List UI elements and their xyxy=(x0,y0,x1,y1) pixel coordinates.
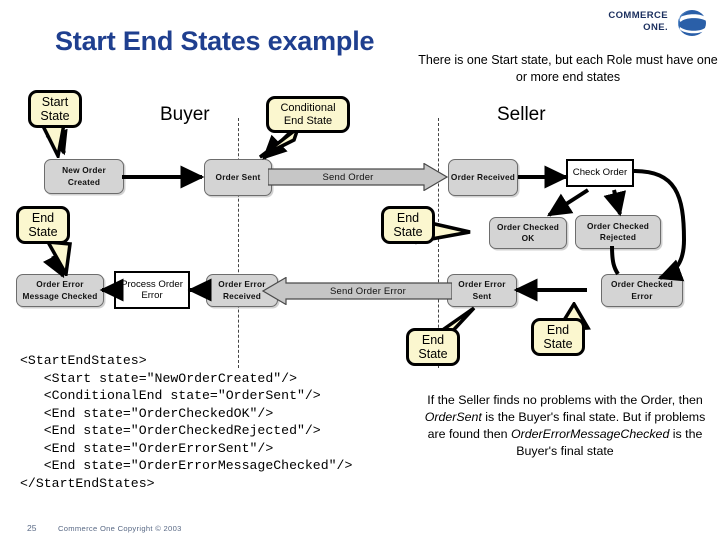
message-arrow-send-order: Send Order xyxy=(267,162,449,192)
state-new-order-created[interactable]: New Order Created xyxy=(44,159,124,194)
header-note: There is one Start state, but each Role … xyxy=(418,53,718,84)
state-order-checked-ok[interactable]: Order Checked OK xyxy=(489,217,567,249)
logo-wordmark: COMMERCE ONE. xyxy=(608,10,668,33)
state-order-sent[interactable]: Order Sent xyxy=(204,159,272,196)
footer-page-number: 25 xyxy=(27,523,37,533)
message-arrow-send-order-error: Send Order Error xyxy=(261,276,453,306)
state-order-error-message-checked[interactable]: Order Error Message Checked xyxy=(16,274,104,307)
explanation-emphasis-2: OrderErrorMessageChecked xyxy=(510,427,670,442)
callout-end-state-buyer: End State xyxy=(16,206,70,244)
process-process-order-error[interactable]: Process Order Error xyxy=(114,271,190,309)
callout-end-state-error-sent-line2: State xyxy=(418,347,448,361)
logo-line-2: ONE. xyxy=(643,21,668,33)
slide-canvas: COMMERCE ONE. Start End States example T… xyxy=(0,0,720,540)
callout-end-state-checked-error: End State xyxy=(531,318,585,356)
xml-code-block: <StartEndStates> <Start state="NewOrderC… xyxy=(20,353,353,491)
lane-label-buyer: Buyer xyxy=(160,104,210,125)
callout-end-state-buyer-line2: State xyxy=(28,225,58,239)
callout-start-state: Start State xyxy=(28,90,82,128)
explanation-text: If the Seller finds no problems with the… xyxy=(420,392,710,460)
commerce-one-logo: COMMERCE ONE. xyxy=(592,8,712,42)
callout-end-state-checked-error-line2: State xyxy=(543,337,573,351)
callout-conditional-end-state-line1: Conditional xyxy=(280,102,336,115)
explanation-emphasis-1: OrderSent xyxy=(424,410,482,425)
callout-end-state-seller-line1: End xyxy=(396,211,420,225)
commerce-one-globe-icon xyxy=(678,10,707,36)
callout-start-state-line2: State xyxy=(40,109,70,123)
footer-copyright: Commerce One Copyright © 2003 xyxy=(58,524,182,533)
lane-label-seller: Seller xyxy=(497,104,546,125)
callout-conditional-end-state: Conditional End State xyxy=(266,96,350,133)
end-state-buyer-callout-tail xyxy=(44,240,72,276)
process-check-order[interactable]: Check Order xyxy=(566,159,634,187)
state-order-error-sent[interactable]: Order Error Sent xyxy=(447,274,517,307)
logo-line-1: COMMERCE xyxy=(608,10,668,21)
state-order-received[interactable]: Order Received xyxy=(448,159,518,196)
state-order-checked-error[interactable]: Order Checked Error xyxy=(601,274,683,307)
message-label-send-order-error: Send Order Error xyxy=(329,285,407,297)
callout-end-state-checked-error-line1: End xyxy=(546,323,570,337)
callout-conditional-end-state-line2: End State xyxy=(283,114,333,127)
explanation-part-1: If the Seller finds no problems with the… xyxy=(427,393,703,407)
callout-end-state-error-sent: End State xyxy=(406,328,460,366)
page-title: Start End States example xyxy=(55,26,375,56)
callout-end-state-error-sent-line1: End xyxy=(421,333,445,347)
message-label-send-order: Send Order xyxy=(322,171,374,183)
callout-end-state-seller: End State xyxy=(381,206,435,244)
callout-end-state-seller-line2: State xyxy=(393,225,423,239)
swimlane-divider-1 xyxy=(238,118,239,368)
callout-end-state-buyer-line1: End xyxy=(31,211,55,225)
state-order-checked-rejected[interactable]: Order Checked Rejected xyxy=(575,215,661,249)
callout-start-state-line1: Start xyxy=(41,95,69,109)
